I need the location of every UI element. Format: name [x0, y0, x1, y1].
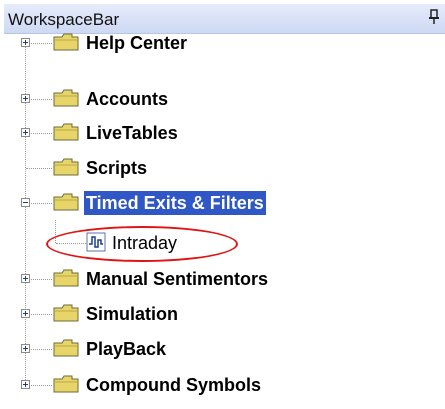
workspace-title: WorkspaceBar [8, 10, 120, 29]
expand-toggle-livetables[interactable] [21, 128, 30, 137]
collapse-toggle-timed-exits[interactable] [21, 198, 30, 207]
folder-icon [52, 88, 80, 108]
tree-item-label: Simulation [86, 304, 179, 324]
tree-item-label: Manual Sentimentors [86, 269, 269, 289]
tree-item-label: LiveTables [86, 123, 178, 143]
workspace-bar: WorkspaceBar Help Center Accounts LiveTa… [0, 0, 445, 409]
tree-item-label: Help Center [86, 33, 188, 53]
folder-icon [52, 268, 80, 288]
tree-item-label: Scripts [86, 158, 148, 178]
expand-toggle-accounts[interactable] [21, 94, 30, 103]
tree-item-label: PlayBack [86, 339, 167, 359]
expand-toggle-manual-sentimentors[interactable] [21, 274, 30, 283]
pin-icon[interactable] [427, 8, 441, 26]
tree-item-label: Accounts [86, 89, 169, 109]
workspace-title-bar: WorkspaceBar [4, 4, 445, 34]
annotation-ellipse [46, 226, 238, 262]
folder-icon [52, 338, 80, 358]
tree-branch-line [26, 168, 52, 169]
tree-item-label: Compound Symbols [86, 375, 261, 395]
expand-toggle-simulation[interactable] [21, 309, 30, 318]
folder-icon [52, 32, 80, 52]
folder-icon [52, 122, 80, 142]
expand-toggle-playback[interactable] [21, 344, 30, 353]
folder-icon [52, 374, 80, 394]
workspace-tree: Help Center Accounts LiveTables Scripts … [0, 32, 445, 409]
folder-icon [52, 192, 80, 212]
folder-icon [52, 157, 80, 177]
tree-item-label: Timed Exits & Filters [84, 191, 266, 215]
expand-toggle-compound-symbols[interactable] [21, 380, 30, 389]
folder-icon [52, 303, 80, 323]
expand-toggle-help-center[interactable] [21, 38, 30, 47]
